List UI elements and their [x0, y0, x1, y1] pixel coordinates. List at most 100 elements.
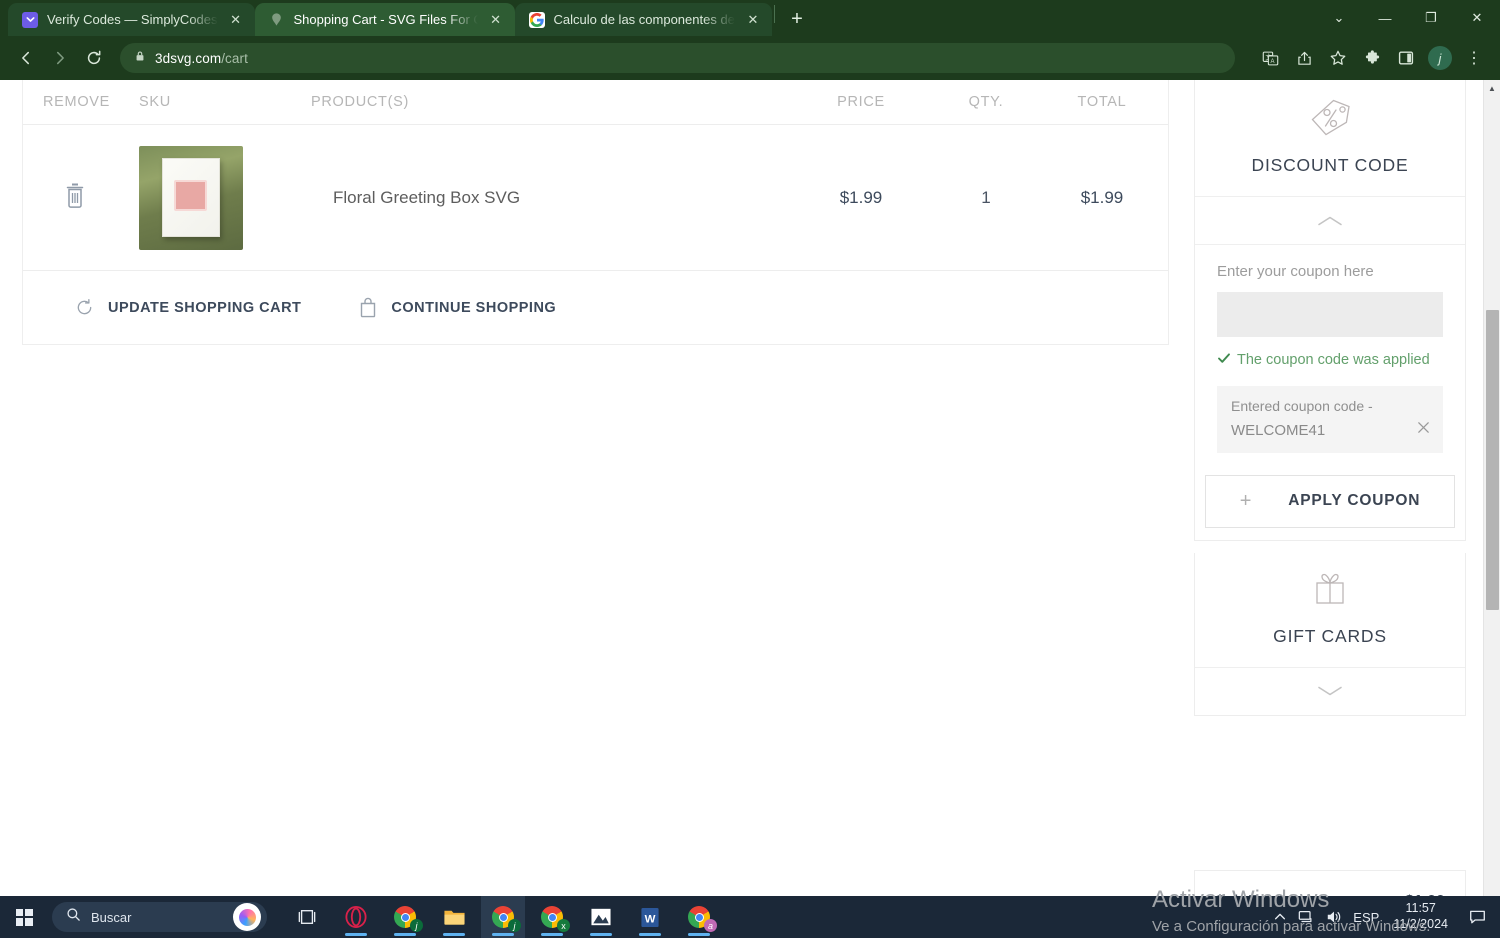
system-tray: ESP 11:57 11/2/2024 — [1273, 901, 1500, 932]
tab-separator — [773, 5, 775, 23]
cell-price: $1.99 — [839, 187, 883, 207]
browser-tab-1[interactable]: Shopping Cart - SVG Files For C ✕ — [254, 3, 515, 36]
profile-badge: a — [704, 919, 717, 932]
minimize-button[interactable]: — — [1362, 0, 1408, 36]
svg-site-favicon — [269, 12, 285, 28]
url-path: /cart — [221, 50, 248, 66]
trash-icon — [63, 183, 87, 213]
taskbar-search[interactable]: Buscar — [52, 902, 267, 932]
profile-avatar[interactable]: j — [1424, 42, 1456, 74]
toolbar-right-actions: 文A j ⋮ — [1254, 42, 1490, 74]
tab-close-icon[interactable]: ✕ — [487, 11, 505, 29]
taskbar-app-opera[interactable] — [334, 896, 378, 938]
continue-shopping-label: CONTINUE SHOPPING — [391, 299, 557, 316]
column-header-price: PRICE — [837, 94, 885, 110]
plus-icon: + — [1239, 489, 1253, 512]
coupon-input[interactable] — [1217, 292, 1443, 337]
lock-icon — [134, 49, 146, 67]
browser-tab-0[interactable]: Verify Codes — SimplyCodes ✕ — [8, 3, 255, 36]
address-bar[interactable]: 3dsvg.com/cart — [120, 43, 1235, 73]
apply-coupon-button[interactable]: + APPLY COUPON — [1205, 474, 1455, 528]
tray-overflow-icon[interactable] — [1273, 910, 1287, 924]
star-icon[interactable] — [1322, 42, 1354, 74]
browser-window: Verify Codes — SimplyCodes ✕ Shopping Ca… — [0, 0, 1500, 938]
network-icon[interactable] — [1297, 909, 1315, 925]
taskbar-app-chrome-2[interactable]: x — [530, 896, 574, 938]
task-view-icon[interactable] — [285, 896, 329, 938]
refresh-icon — [75, 298, 94, 317]
svg-text:A: A — [1270, 58, 1274, 64]
address-bar-text: 3dsvg.com/cart — [155, 51, 248, 66]
tab-close-icon[interactable]: ✕ — [227, 11, 245, 29]
discount-collapse-toggle[interactable] — [1195, 196, 1465, 244]
svg-text:W: W — [645, 913, 656, 925]
taskbar-app-chrome[interactable]: j — [383, 896, 427, 938]
new-tab-button[interactable]: + — [783, 5, 811, 33]
cell-qty[interactable]: 1 — [936, 188, 1036, 208]
gift-panel-title: GIFT CARDS — [1273, 625, 1387, 646]
remove-item-button[interactable] — [43, 182, 139, 214]
cell-product-name[interactable]: Floral Greeting Box SVG — [311, 188, 786, 208]
remove-coupon-icon[interactable] — [1416, 420, 1431, 439]
copilot-icon[interactable] — [233, 903, 261, 931]
notification-icon[interactable] — [1462, 909, 1492, 925]
taskbar-app-chrome-active[interactable]: j — [481, 896, 525, 938]
taskbar-app-file-explorer[interactable] — [432, 896, 476, 938]
scrollbar-thumb[interactable] — [1486, 310, 1499, 610]
translate-icon[interactable]: 文A — [1254, 42, 1286, 74]
discount-panel-title: DISCOUNT CODE — [1251, 155, 1409, 175]
discount-tag-icon — [1195, 94, 1465, 147]
forward-button[interactable] — [44, 42, 76, 74]
apply-coupon-wrap: + APPLY COUPON — [1195, 474, 1465, 540]
puzzle-icon[interactable] — [1356, 42, 1388, 74]
gift-cards-panel: GIFT CARDS — [1194, 552, 1466, 716]
continue-shopping-button[interactable]: CONTINUE SHOPPING — [359, 297, 556, 318]
taskbar-app-chrome-3[interactable]: a — [677, 896, 721, 938]
simplycodes-favicon — [22, 11, 38, 28]
taskbar-apps: j j x W a — [285, 896, 721, 938]
coupon-input-label: Enter your coupon here — [1217, 263, 1374, 280]
apply-coupon-label: APPLY COUPON — [1288, 492, 1421, 510]
product-thumbnail[interactable] — [139, 145, 243, 250]
tab-close-icon[interactable]: ✕ — [744, 11, 762, 29]
browser-tab-label: Shopping Cart - SVG Files For C — [293, 12, 478, 27]
column-header-qty: QTY. — [968, 94, 1004, 110]
start-button[interactable] — [0, 896, 48, 938]
column-header-sku: SKU — [139, 94, 171, 110]
taskbar-clock[interactable]: 11:57 11/2/2024 — [1389, 901, 1452, 932]
browser-tab-label: Verify Codes — SimplyCodes — [47, 12, 218, 27]
applied-coupon-label: Entered coupon code - — [1231, 397, 1373, 414]
cart-page: REMOVE SKU PRODUCT(S) PRICE QTY. TOTAL F… — [0, 80, 1483, 938]
profile-badge: j — [508, 919, 521, 932]
page-scrollbar[interactable]: ▲ ▼ — [1483, 80, 1500, 938]
tab-search-icon[interactable]: ⌄ — [1316, 0, 1362, 36]
profile-badge: x — [557, 919, 570, 932]
applied-coupon-chip: Entered coupon code - WELCOME41 — [1217, 385, 1443, 453]
language-indicator[interactable]: ESP — [1353, 910, 1379, 925]
restore-button[interactable]: ❐ — [1408, 0, 1454, 36]
side-panel-icon[interactable] — [1390, 42, 1422, 74]
browser-tab-2[interactable]: Calculo de las componentes de ✕ — [514, 3, 772, 36]
browser-menu-icon[interactable]: ⋮ — [1458, 42, 1490, 74]
back-button[interactable] — [10, 42, 42, 74]
discount-panel-body: Enter your coupon here The coupon code w… — [1195, 244, 1465, 475]
share-icon[interactable] — [1288, 42, 1320, 74]
scroll-up-arrow[interactable]: ▲ — [1484, 80, 1500, 97]
gift-expand-toggle[interactable] — [1195, 666, 1465, 715]
taskbar-app-photos[interactable] — [579, 896, 623, 938]
volume-icon[interactable] — [1325, 909, 1343, 925]
avatar: j — [1428, 46, 1452, 70]
update-cart-button[interactable]: UPDATE SHOPPING CART — [75, 298, 301, 317]
close-button[interactable]: ✕ — [1454, 0, 1500, 36]
cart-table-header: REMOVE SKU PRODUCT(S) PRICE QTY. TOTAL — [23, 80, 1168, 124]
browser-tab-label: Calculo de las componentes de — [553, 12, 735, 27]
reload-button[interactable] — [78, 42, 110, 74]
url-host: 3dsvg.com — [155, 50, 222, 66]
check-icon — [1217, 351, 1231, 372]
clock-time: 11:57 — [1405, 901, 1436, 916]
window-controls: ⌄ — ❐ ✕ — [1316, 0, 1500, 36]
update-cart-label: UPDATE SHOPPING CART — [108, 299, 302, 316]
column-header-product: PRODUCT(S) — [311, 94, 410, 110]
taskbar-app-word[interactable]: W — [628, 896, 672, 938]
cart-table: REMOVE SKU PRODUCT(S) PRICE QTY. TOTAL F… — [22, 80, 1169, 345]
